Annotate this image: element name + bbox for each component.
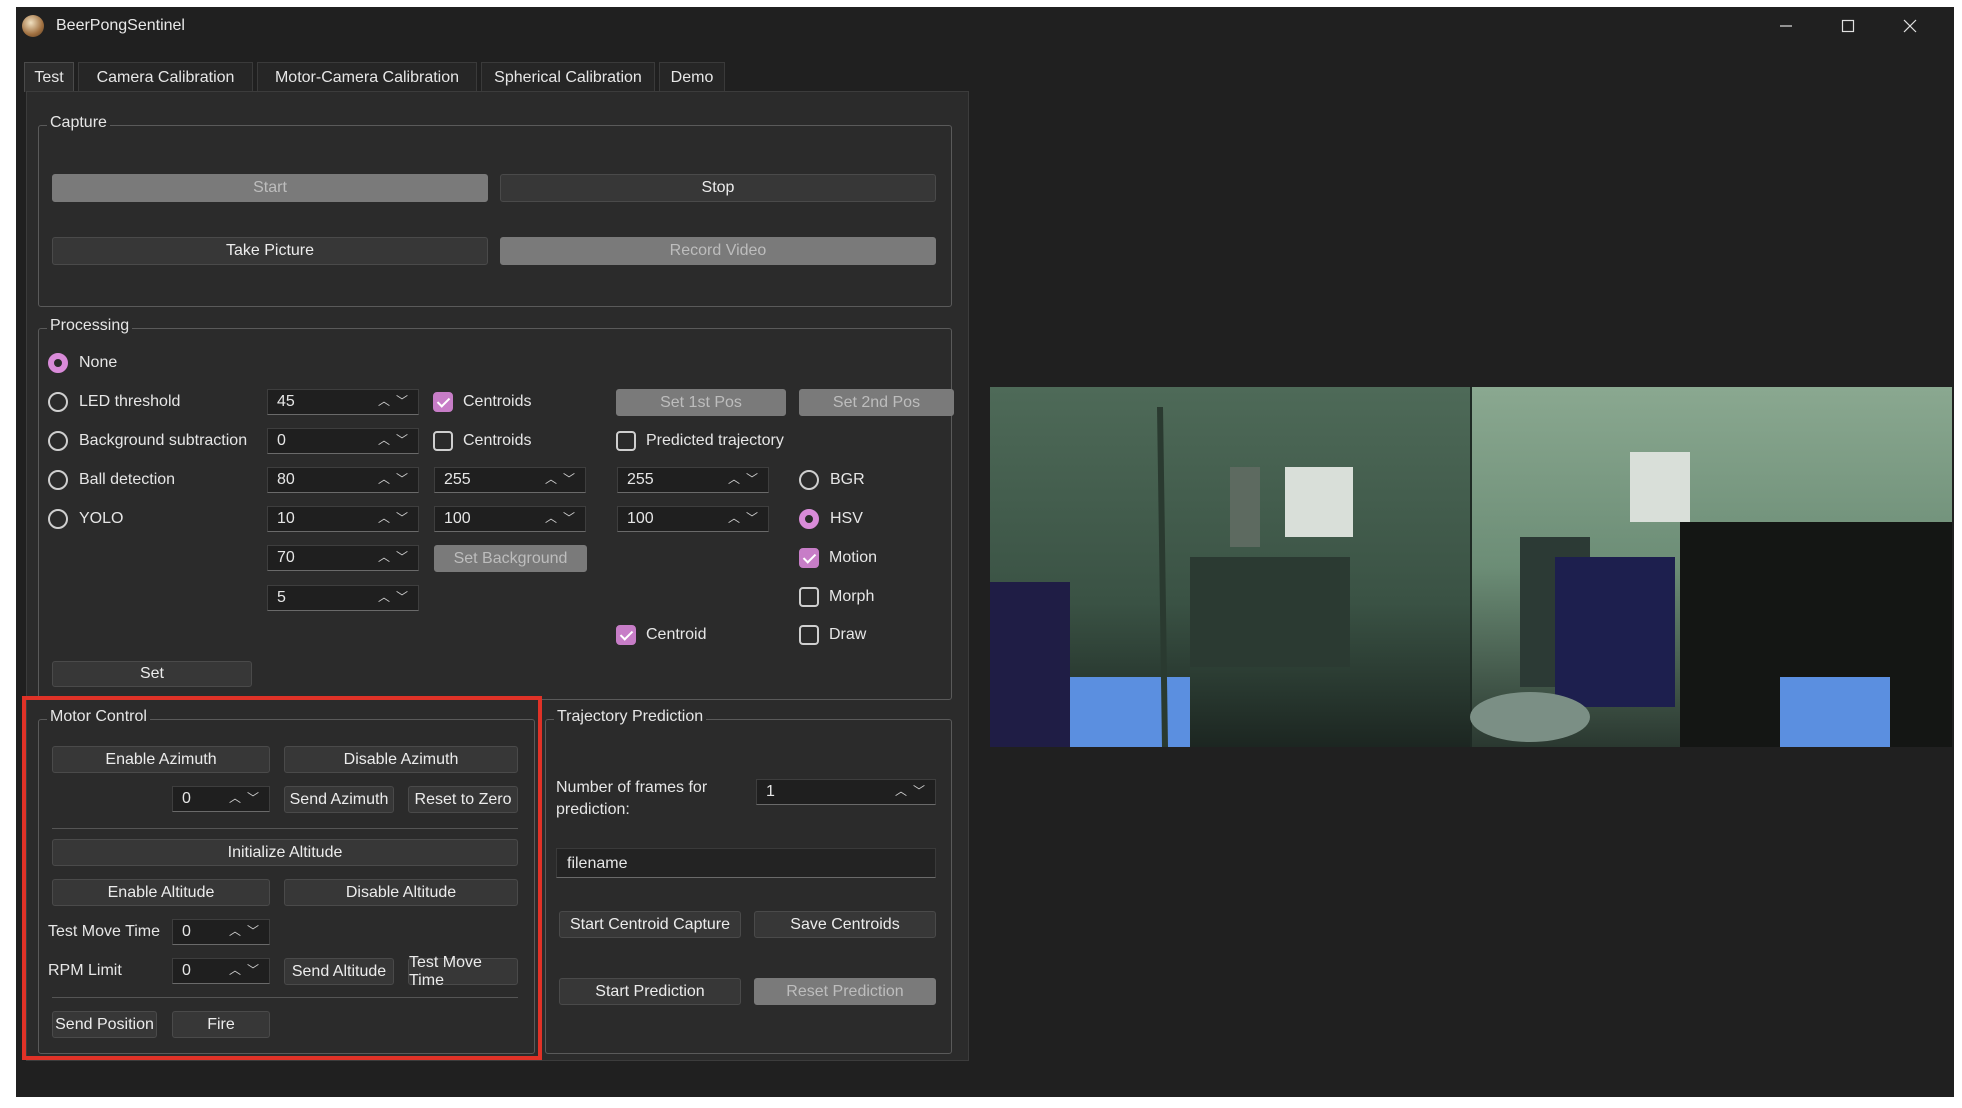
maximize-icon[interactable] <box>1816 7 1880 45</box>
camera-preview <box>990 387 1952 748</box>
draw-checkbox[interactable] <box>799 625 819 645</box>
processing-group: Processing None LED threshold Background… <box>38 317 954 700</box>
centroid-checkbox-label: Centroid <box>646 626 707 643</box>
radio-none[interactable] <box>48 353 68 373</box>
frames-spinbox[interactable]: 1 ︿﹀ <box>756 779 936 805</box>
radio-none-label: None <box>79 354 118 371</box>
radio-yolo-label: YOLO <box>79 510 124 527</box>
trajectory-prediction-group: Trajectory Prediction Number of frames f… <box>545 708 952 1054</box>
yolo-spinbox-2[interactable]: 100 ︿﹀ <box>434 506 586 532</box>
trajectory-prediction-group-label: Trajectory Prediction <box>554 708 707 726</box>
ball-spinbox-2[interactable]: 255 ︿﹀ <box>434 467 586 493</box>
yolo-spinbox-1[interactable]: 10 ︿﹀ <box>267 506 419 532</box>
spinbox-row5[interactable]: 70 ︿﹀ <box>267 545 419 571</box>
radio-yolo[interactable] <box>48 509 68 529</box>
led-threshold-spinbox[interactable]: 45 ︿﹀ <box>267 389 419 415</box>
start-centroid-capture-button[interactable]: Start Centroid Capture <box>559 911 741 938</box>
centroids-checkbox-1-label: Centroids <box>463 393 532 410</box>
start-prediction-button[interactable]: Start Prediction <box>559 978 741 1005</box>
radio-led-threshold-label: LED threshold <box>79 393 181 410</box>
radio-led-threshold[interactable] <box>48 392 68 412</box>
morph-checkbox[interactable] <box>799 587 819 607</box>
close-icon[interactable] <box>1878 7 1942 45</box>
tab-test[interactable]: Test <box>24 62 74 92</box>
reset-prediction-button[interactable]: Reset Prediction <box>754 978 936 1005</box>
minimize-icon[interactable] <box>1754 7 1818 45</box>
radio-hsv-label: HSV <box>830 510 863 527</box>
processing-group-label: Processing <box>47 317 133 335</box>
predicted-trajectory-label: Predicted trajectory <box>646 432 784 449</box>
radio-bgr[interactable] <box>799 470 819 490</box>
tab-demo[interactable]: Demo <box>659 62 725 92</box>
tab-camera-calibration[interactable]: Camera Calibration <box>78 62 253 92</box>
radio-bgr-label: BGR <box>830 471 865 488</box>
capture-group-label: Capture <box>47 114 110 132</box>
tab-spherical-calibration[interactable]: Spherical Calibration <box>481 62 655 92</box>
centroids-checkbox-1[interactable] <box>433 392 453 412</box>
frames-label-line2: prediction: <box>556 801 630 818</box>
draw-checkbox-label: Draw <box>829 626 867 643</box>
set-1st-pos-button[interactable]: Set 1st Pos <box>616 389 786 416</box>
camera-frame-image <box>990 387 1952 748</box>
radio-ball-detection[interactable] <box>48 470 68 490</box>
title-bar: BeerPongSentinel <box>16 7 1954 45</box>
bgsub-spinbox[interactable]: 0 ︿﹀ <box>267 428 419 454</box>
radio-background-subtraction-label: Background subtraction <box>79 432 248 449</box>
stop-button[interactable]: Stop <box>500 174 936 202</box>
motion-checkbox-label: Motion <box>829 549 878 566</box>
ball-spinbox-3[interactable]: 255 ︿﹀ <box>617 467 769 493</box>
app-icon <box>22 15 44 37</box>
set-button[interactable]: Set <box>52 661 252 687</box>
window-title: BeerPongSentinel <box>56 17 185 34</box>
radio-ball-detection-label: Ball detection <box>79 471 176 488</box>
centroids-checkbox-2-label: Centroids <box>463 432 532 449</box>
set-2nd-pos-button[interactable]: Set 2nd Pos <box>799 389 954 416</box>
filename-input[interactable]: filename <box>556 848 936 878</box>
spinbox-row6[interactable]: 5 ︿﹀ <box>267 585 419 611</box>
tab-motor-camera-calibration[interactable]: Motor-Camera Calibration <box>257 62 477 92</box>
frames-label-line1: Number of frames for <box>556 779 708 796</box>
start-button[interactable]: Start <box>52 174 488 202</box>
yolo-spinbox-3[interactable]: 100 ︿﹀ <box>617 506 769 532</box>
capture-group: Capture Start Stop Take Picture Record V… <box>38 114 952 307</box>
motion-checkbox[interactable] <box>799 548 819 568</box>
ball-spinbox-1[interactable]: 80 ︿﹀ <box>267 467 419 493</box>
radio-hsv[interactable] <box>799 509 819 529</box>
save-centroids-button[interactable]: Save Centroids <box>754 911 936 938</box>
centroids-checkbox-2[interactable] <box>433 431 453 451</box>
highlight-frame <box>22 696 542 1060</box>
centroid-checkbox[interactable] <box>616 625 636 645</box>
radio-background-subtraction[interactable] <box>48 431 68 451</box>
predicted-trajectory-checkbox[interactable] <box>616 431 636 451</box>
set-background-button[interactable]: Set Background <box>434 545 587 572</box>
take-picture-button[interactable]: Take Picture <box>52 237 488 265</box>
morph-checkbox-label: Morph <box>829 588 875 605</box>
record-video-button[interactable]: Record Video <box>500 237 936 265</box>
